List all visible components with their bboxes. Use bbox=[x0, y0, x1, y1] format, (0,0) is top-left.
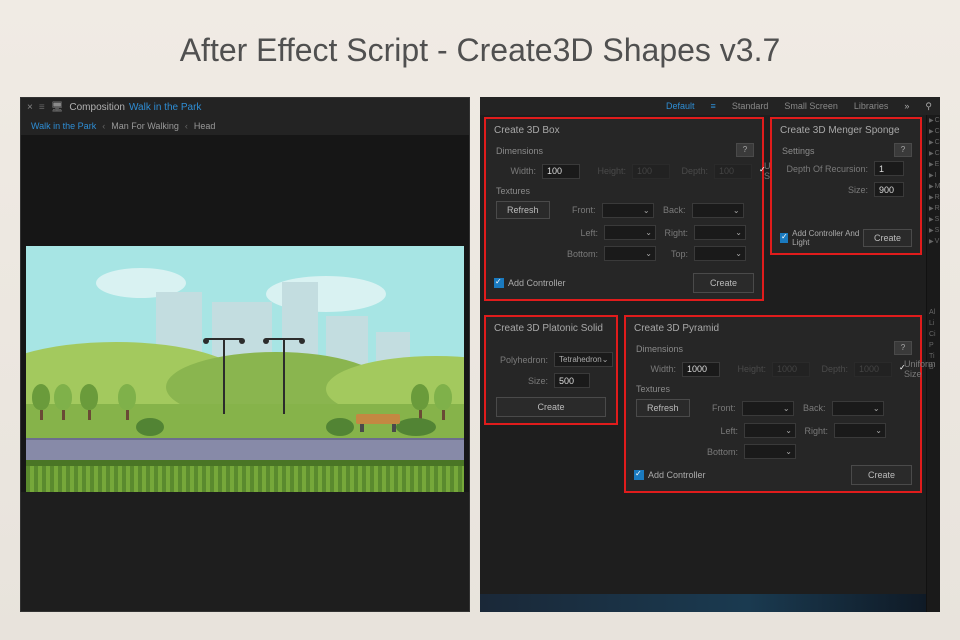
size-input[interactable] bbox=[874, 182, 904, 197]
left-label: Left: bbox=[698, 426, 738, 436]
width-input[interactable] bbox=[542, 164, 580, 179]
height-label: Height: bbox=[586, 166, 626, 176]
depth-recursion-input[interactable] bbox=[874, 161, 904, 176]
bottom-select[interactable]: ⌄ bbox=[604, 246, 656, 261]
left-select[interactable]: ⌄ bbox=[744, 423, 796, 438]
section-header: Textures bbox=[486, 184, 762, 198]
refresh-button[interactable]: Refresh bbox=[636, 399, 690, 417]
breadcrumb: Walk in the Park ‹ Man For Walking ‹ Hea… bbox=[21, 117, 469, 136]
close-icon[interactable]: × bbox=[27, 102, 33, 113]
add-controller-checkbox[interactable] bbox=[634, 470, 644, 480]
create-3d-platonic-solid-panel: Create 3D Platonic Solid Polyhedron: Tet… bbox=[484, 315, 618, 425]
size-input[interactable] bbox=[554, 373, 590, 388]
height-input bbox=[772, 362, 810, 377]
panel-menu-icon[interactable]: ≡ bbox=[39, 102, 45, 113]
depth-label: Depth: bbox=[676, 166, 708, 176]
ae-scripts-area: Default ≡ Standard Small Screen Librarie… bbox=[480, 97, 940, 612]
composition-viewer[interactable] bbox=[21, 136, 469, 492]
width-label: Width: bbox=[496, 166, 536, 176]
size-label: Size: bbox=[496, 376, 548, 386]
left-label: Left: bbox=[558, 228, 598, 238]
section-header: Dimensions bbox=[486, 144, 762, 158]
bottom-select[interactable]: ⌄ bbox=[744, 444, 796, 459]
workspace-default[interactable]: Default bbox=[666, 101, 695, 111]
width-label: Width: bbox=[636, 364, 676, 374]
add-controller-label: Add Controller bbox=[508, 278, 566, 288]
bottom-label: Bottom: bbox=[558, 249, 598, 259]
panel-title: Create 3D Pyramid bbox=[626, 317, 920, 342]
add-controller-light-label: Add Controller And Light bbox=[792, 229, 863, 247]
back-label: Back: bbox=[800, 403, 826, 413]
panel-title: Create 3D Platonic Solid bbox=[486, 317, 616, 342]
workspace-standard[interactable]: Standard bbox=[732, 101, 769, 111]
height-label: Height: bbox=[726, 364, 766, 374]
expand-icon[interactable]: » bbox=[904, 101, 909, 111]
back-select[interactable]: ⌄ bbox=[832, 401, 884, 416]
create-button[interactable]: Create bbox=[851, 465, 912, 485]
section-header: Textures bbox=[626, 382, 920, 396]
timeline-panel[interactable] bbox=[480, 594, 926, 612]
help-button[interactable]: ? bbox=[736, 143, 754, 157]
top-label: Top: bbox=[662, 249, 688, 259]
add-controller-checkbox[interactable] bbox=[494, 278, 504, 288]
ae-composition-tab[interactable]: × ≡ 🖥 Composition Walk in the Park bbox=[21, 98, 469, 117]
create-button[interactable]: Create bbox=[863, 229, 912, 247]
composition-preview bbox=[26, 246, 464, 492]
composition-name[interactable]: Walk in the Park bbox=[129, 102, 201, 113]
composition-label: Composition bbox=[69, 102, 125, 113]
search-icon[interactable]: ⚲ bbox=[925, 101, 932, 112]
workspace-switcher: Default ≡ Standard Small Screen Librarie… bbox=[480, 97, 940, 115]
ae-composition-panel: × ≡ 🖥 Composition Walk in the Park Walk … bbox=[20, 97, 470, 612]
breadcrumb-item[interactable]: Man For Walking bbox=[111, 121, 179, 131]
size-label: Size: bbox=[782, 185, 868, 195]
uniform-size-label: Uniform Size bbox=[904, 359, 936, 379]
front-label: Front: bbox=[696, 403, 736, 413]
create-3d-pyramid-panel: Create 3D Pyramid ? Dimensions Width: He… bbox=[624, 315, 922, 493]
front-select[interactable]: ⌄ bbox=[742, 401, 794, 416]
workspace-menu-icon[interactable]: ≡ bbox=[711, 101, 716, 111]
chevron-left-icon: ‹ bbox=[102, 121, 105, 131]
add-controller-light-checkbox[interactable] bbox=[780, 233, 788, 243]
workspace-libraries[interactable]: Libraries bbox=[854, 101, 889, 111]
create-3d-box-panel: Create 3D Box ? Dimensions Width: Height… bbox=[484, 117, 764, 301]
right-label: Right: bbox=[802, 426, 828, 436]
create-button[interactable]: Create bbox=[693, 273, 754, 293]
right-select[interactable]: ⌄ bbox=[834, 423, 886, 438]
breadcrumb-link[interactable]: Walk in the Park bbox=[31, 121, 96, 131]
refresh-button[interactable]: Refresh bbox=[496, 201, 550, 219]
polyhedron-select[interactable]: Tetrahedron⌄ bbox=[554, 352, 613, 367]
width-input[interactable] bbox=[682, 362, 720, 377]
depth-label: Depth: bbox=[816, 364, 848, 374]
create-3d-menger-sponge-panel: Create 3D Menger Sponge ? Settings Depth… bbox=[770, 117, 922, 255]
page-title: After Effect Script - Create3D Shapes v3… bbox=[0, 0, 960, 97]
panel-title: Create 3D Menger Sponge bbox=[772, 119, 920, 144]
front-select[interactable]: ⌄ bbox=[602, 203, 654, 218]
top-select[interactable]: ⌄ bbox=[694, 246, 746, 261]
right-label: Right: bbox=[662, 228, 688, 238]
depth-input bbox=[714, 164, 752, 179]
left-select[interactable]: ⌄ bbox=[604, 225, 656, 240]
right-select[interactable]: ⌄ bbox=[694, 225, 746, 240]
height-input bbox=[632, 164, 670, 179]
breadcrumb-item[interactable]: Head bbox=[194, 121, 216, 131]
section-header: Dimensions bbox=[626, 342, 920, 356]
composition-icon: 🖥 bbox=[51, 102, 64, 113]
back-label: Back: bbox=[660, 205, 686, 215]
bottom-label: Bottom: bbox=[698, 447, 738, 457]
help-button[interactable]: ? bbox=[894, 341, 912, 355]
add-controller-label: Add Controller bbox=[648, 470, 706, 480]
panel-title: Create 3D Box bbox=[486, 119, 762, 144]
front-label: Front: bbox=[556, 205, 596, 215]
create-button[interactable]: Create bbox=[496, 397, 606, 417]
help-button[interactable]: ? bbox=[894, 143, 912, 157]
depth-recursion-label: Depth Of Recursion: bbox=[782, 164, 868, 174]
content-area: × ≡ 🖥 Composition Walk in the Park Walk … bbox=[0, 97, 960, 612]
polyhedron-label: Polyhedron: bbox=[496, 355, 548, 365]
back-select[interactable]: ⌄ bbox=[692, 203, 744, 218]
depth-input bbox=[854, 362, 892, 377]
workspace-small[interactable]: Small Screen bbox=[784, 101, 838, 111]
chevron-left-icon: ‹ bbox=[185, 121, 188, 131]
